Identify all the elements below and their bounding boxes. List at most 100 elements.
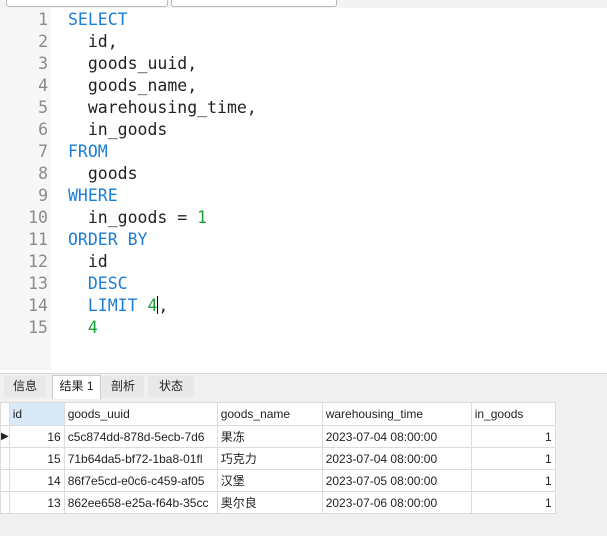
cell-id-text: 16 bbox=[47, 429, 61, 444]
code-text: warehousing_time, bbox=[68, 97, 257, 119]
line-number: 7 bbox=[38, 142, 48, 161]
cell-warehousing-time[interactable]: 2023-07-06 08:00:00 bbox=[321, 491, 472, 514]
result-grid: id goods_uuid goods_name warehousing_tim… bbox=[0, 402, 556, 514]
cell-goods-name-text: 汉堡 bbox=[220, 474, 245, 488]
code-text: in_goods bbox=[68, 119, 167, 141]
code-text: SELECT bbox=[68, 9, 128, 31]
cell-id[interactable]: 15 bbox=[8, 447, 65, 470]
cell-warehousing-time-text: 2023-07-04 08:00:00 bbox=[325, 429, 438, 444]
line-number: 13 bbox=[28, 274, 48, 293]
code-line[interactable]: 12 id bbox=[0, 251, 607, 273]
current-row-pointer-icon[interactable]: ▶ bbox=[0, 425, 10, 448]
tab-result-1[interactable]: 结果 1 bbox=[52, 375, 101, 399]
cell-in-goods[interactable]: 1 bbox=[470, 491, 556, 514]
cell-id[interactable]: 16 bbox=[8, 425, 65, 448]
cell-warehousing-time[interactable]: 2023-07-04 08:00:00 bbox=[321, 425, 472, 448]
query-tab-1[interactable] bbox=[6, 0, 168, 7]
code-line[interactable]: 7 FROM bbox=[0, 141, 607, 163]
table-row[interactable]: ▶ 16 c5c874dd-878d-5ecb-7d6 果冻 2023-07-04 08… bbox=[0, 425, 556, 448]
sql-number: 4 bbox=[68, 318, 98, 337]
sql-number: 1 bbox=[197, 208, 208, 227]
code-line[interactable]: 2 id, bbox=[0, 31, 607, 53]
sql-identifier: warehousing_time, bbox=[68, 98, 257, 117]
cell-warehousing-time-text: 2023-07-06 08:00:00 bbox=[325, 495, 438, 510]
grid-header-row: id goods_uuid goods_name warehousing_tim… bbox=[0, 402, 556, 426]
tab-info[interactable]: 信息 bbox=[4, 376, 46, 397]
sql-keyword: DESC bbox=[68, 274, 128, 293]
code-line[interactable]: 15 4 bbox=[0, 317, 607, 339]
code-line[interactable]: 8 goods bbox=[0, 163, 607, 185]
cell-warehousing-time[interactable]: 2023-07-04 08:00:00 bbox=[321, 447, 472, 470]
column-header-goods-name[interactable]: goods_name bbox=[216, 402, 323, 426]
line-number: 6 bbox=[38, 120, 48, 139]
code-line[interactable]: 13 DESC bbox=[0, 273, 607, 295]
code-text: goods_uuid, bbox=[68, 53, 197, 75]
cell-in-goods[interactable]: 1 bbox=[470, 425, 556, 448]
line-number: 2 bbox=[38, 32, 48, 51]
cell-warehousing-time-text: 2023-07-05 08:00:00 bbox=[325, 473, 438, 488]
tab-profile[interactable]: 剖析 bbox=[102, 376, 144, 397]
line-number: 5 bbox=[38, 98, 48, 117]
cell-goods-uuid[interactable]: 862ee658-e25a-f64b-35cc bbox=[63, 491, 218, 514]
sql-identifier: id, bbox=[68, 32, 118, 51]
column-header-id[interactable]: id bbox=[8, 402, 65, 426]
table-row[interactable]: 14 86f7e5cd-e0c6-c459-af05 汉堡 2023-07-05 08… bbox=[0, 469, 556, 492]
row-indicator[interactable] bbox=[0, 491, 10, 514]
sql-keyword: FROM bbox=[68, 142, 108, 161]
result-grid-area: id goods_uuid goods_name warehousing_tim… bbox=[0, 399, 607, 536]
cell-goods-name[interactable]: 汉堡 bbox=[216, 469, 323, 492]
cell-in-goods[interactable]: 1 bbox=[470, 447, 556, 470]
cell-id[interactable]: 13 bbox=[8, 491, 65, 514]
cell-goods-uuid-text: 862ee658-e25a-f64b-35cc bbox=[67, 495, 209, 510]
row-indicator[interactable] bbox=[0, 469, 10, 492]
code-line[interactable]: 5 warehousing_time, bbox=[0, 97, 607, 119]
line-number: 3 bbox=[38, 54, 48, 73]
code-text: WHERE bbox=[68, 185, 118, 207]
cell-goods-name[interactable]: 奥尔良 bbox=[216, 491, 323, 514]
code-line[interactable]: 10 in_goods = 1 bbox=[0, 207, 607, 229]
line-number: 9 bbox=[38, 186, 48, 205]
code-line[interactable]: 11 ORDER BY bbox=[0, 229, 607, 251]
cell-in-goods-text: 1 bbox=[545, 429, 552, 444]
code-line[interactable]: 1 SELECT bbox=[0, 9, 607, 31]
cell-goods-uuid[interactable]: 86f7e5cd-e0c6-c459-af05 bbox=[63, 469, 218, 492]
sql-keyword: LIMIT bbox=[68, 296, 148, 315]
table-row[interactable]: 15 71b64da5-bf72-1ba8-01fl 巧克力 2023-07-04 0… bbox=[0, 447, 556, 470]
cell-in-goods-text: 1 bbox=[545, 495, 552, 510]
row-indicator[interactable] bbox=[0, 447, 10, 470]
column-header-in-goods[interactable]: in_goods bbox=[470, 402, 556, 426]
sql-identifier: id bbox=[68, 252, 108, 271]
code-line[interactable]: 3 goods_uuid, bbox=[0, 53, 607, 75]
sql-keyword: SELECT bbox=[68, 10, 128, 29]
code-line[interactable]: 4 goods_name, bbox=[0, 75, 607, 97]
code-line[interactable]: 14 LIMIT 4, bbox=[0, 295, 607, 317]
line-number: 1 bbox=[38, 10, 48, 29]
column-header-warehousing-time[interactable]: warehousing_time bbox=[321, 402, 472, 426]
cell-goods-name[interactable]: 果冻 bbox=[216, 425, 323, 448]
cell-warehousing-time-text: 2023-07-04 08:00:00 bbox=[325, 451, 438, 466]
code-line[interactable]: 9 WHERE bbox=[0, 185, 607, 207]
cell-in-goods[interactable]: 1 bbox=[470, 469, 556, 492]
table-row[interactable]: 13 862ee658-e25a-f64b-35cc 奥尔良 2023-07-06 0… bbox=[0, 491, 556, 514]
sql-identifier: goods bbox=[68, 164, 138, 183]
column-header-goods-uuid[interactable]: goods_uuid bbox=[63, 402, 218, 426]
cell-warehousing-time[interactable]: 2023-07-05 08:00:00 bbox=[321, 469, 472, 492]
cell-id-text: 15 bbox=[47, 451, 61, 466]
query-tab-2[interactable] bbox=[171, 0, 337, 7]
cell-goods-name[interactable]: 巧克力 bbox=[216, 447, 323, 470]
cell-goods-name-text: 巧克力 bbox=[220, 452, 257, 466]
cell-goods-uuid[interactable]: c5c874dd-878d-5ecb-7d6 bbox=[63, 425, 218, 448]
sql-identifier: in_goods = bbox=[68, 208, 198, 227]
code-text: FROM bbox=[68, 141, 108, 163]
cell-id-text: 14 bbox=[47, 473, 61, 488]
cell-id[interactable]: 14 bbox=[8, 469, 65, 492]
sql-number: 4 bbox=[147, 296, 158, 315]
sql-editor[interactable]: 1 SELECT 2 id, 3 goods_uuid, 4 goods_name, 5 … bbox=[0, 8, 607, 370]
code-text: goods_name, bbox=[68, 75, 197, 97]
line-number: 14 bbox=[28, 296, 48, 315]
cell-goods-uuid-text: c5c874dd-878d-5ecb-7d6 bbox=[67, 429, 205, 444]
tab-status[interactable]: 状态 bbox=[148, 376, 194, 397]
cell-goods-uuid[interactable]: 71b64da5-bf72-1ba8-01fl bbox=[63, 447, 218, 470]
line-number: 15 bbox=[28, 318, 48, 337]
code-line[interactable]: 6 in_goods bbox=[0, 119, 607, 141]
